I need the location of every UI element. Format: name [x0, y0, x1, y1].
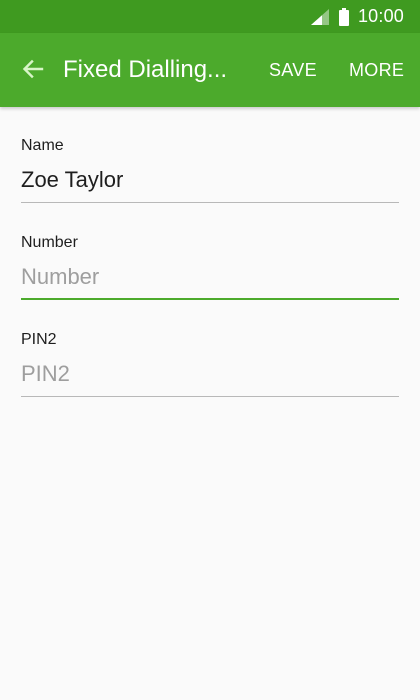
app-bar: Fixed Dialling... SAVE MORE: [0, 33, 420, 107]
name-input[interactable]: [21, 165, 399, 195]
number-label: Number: [21, 234, 78, 251]
name-underline: [21, 202, 399, 203]
number-underline: [21, 298, 399, 300]
more-button[interactable]: MORE: [349, 33, 404, 107]
save-button[interactable]: SAVE: [269, 33, 317, 107]
number-input[interactable]: [21, 262, 399, 292]
status-bar: 10:00: [0, 0, 420, 33]
pin2-input[interactable]: [21, 359, 399, 389]
page-title: Fixed Dialling...: [63, 56, 228, 83]
pin2-underline: [21, 396, 399, 397]
pin2-label: PIN2: [21, 331, 57, 348]
signal-icon: [310, 8, 329, 25]
battery-icon: [338, 7, 349, 26]
name-label: Name: [21, 137, 64, 154]
back-arrow-icon: [22, 59, 44, 79]
status-icons: 10:00: [310, 0, 404, 33]
back-button[interactable]: [10, 46, 56, 92]
status-clock: 10:00: [357, 6, 404, 26]
